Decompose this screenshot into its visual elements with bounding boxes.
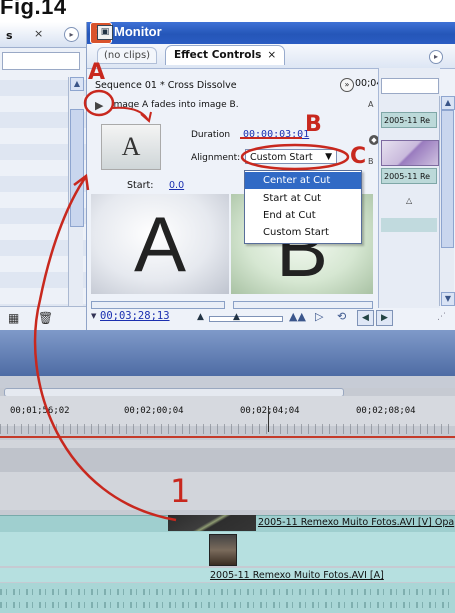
annotation-number-1: 1 xyxy=(170,472,191,510)
annotation-overlay xyxy=(33,89,350,522)
annotation-arrow-1 xyxy=(33,177,177,522)
annotation-circle-play xyxy=(83,89,115,117)
annotation-letter-b: B xyxy=(305,112,322,137)
annotation-letter-c: C xyxy=(350,144,367,169)
annotation-arrow-a xyxy=(111,106,149,121)
annotation-circle-alignment xyxy=(240,143,350,171)
annotation-letter-a: A xyxy=(88,60,106,85)
